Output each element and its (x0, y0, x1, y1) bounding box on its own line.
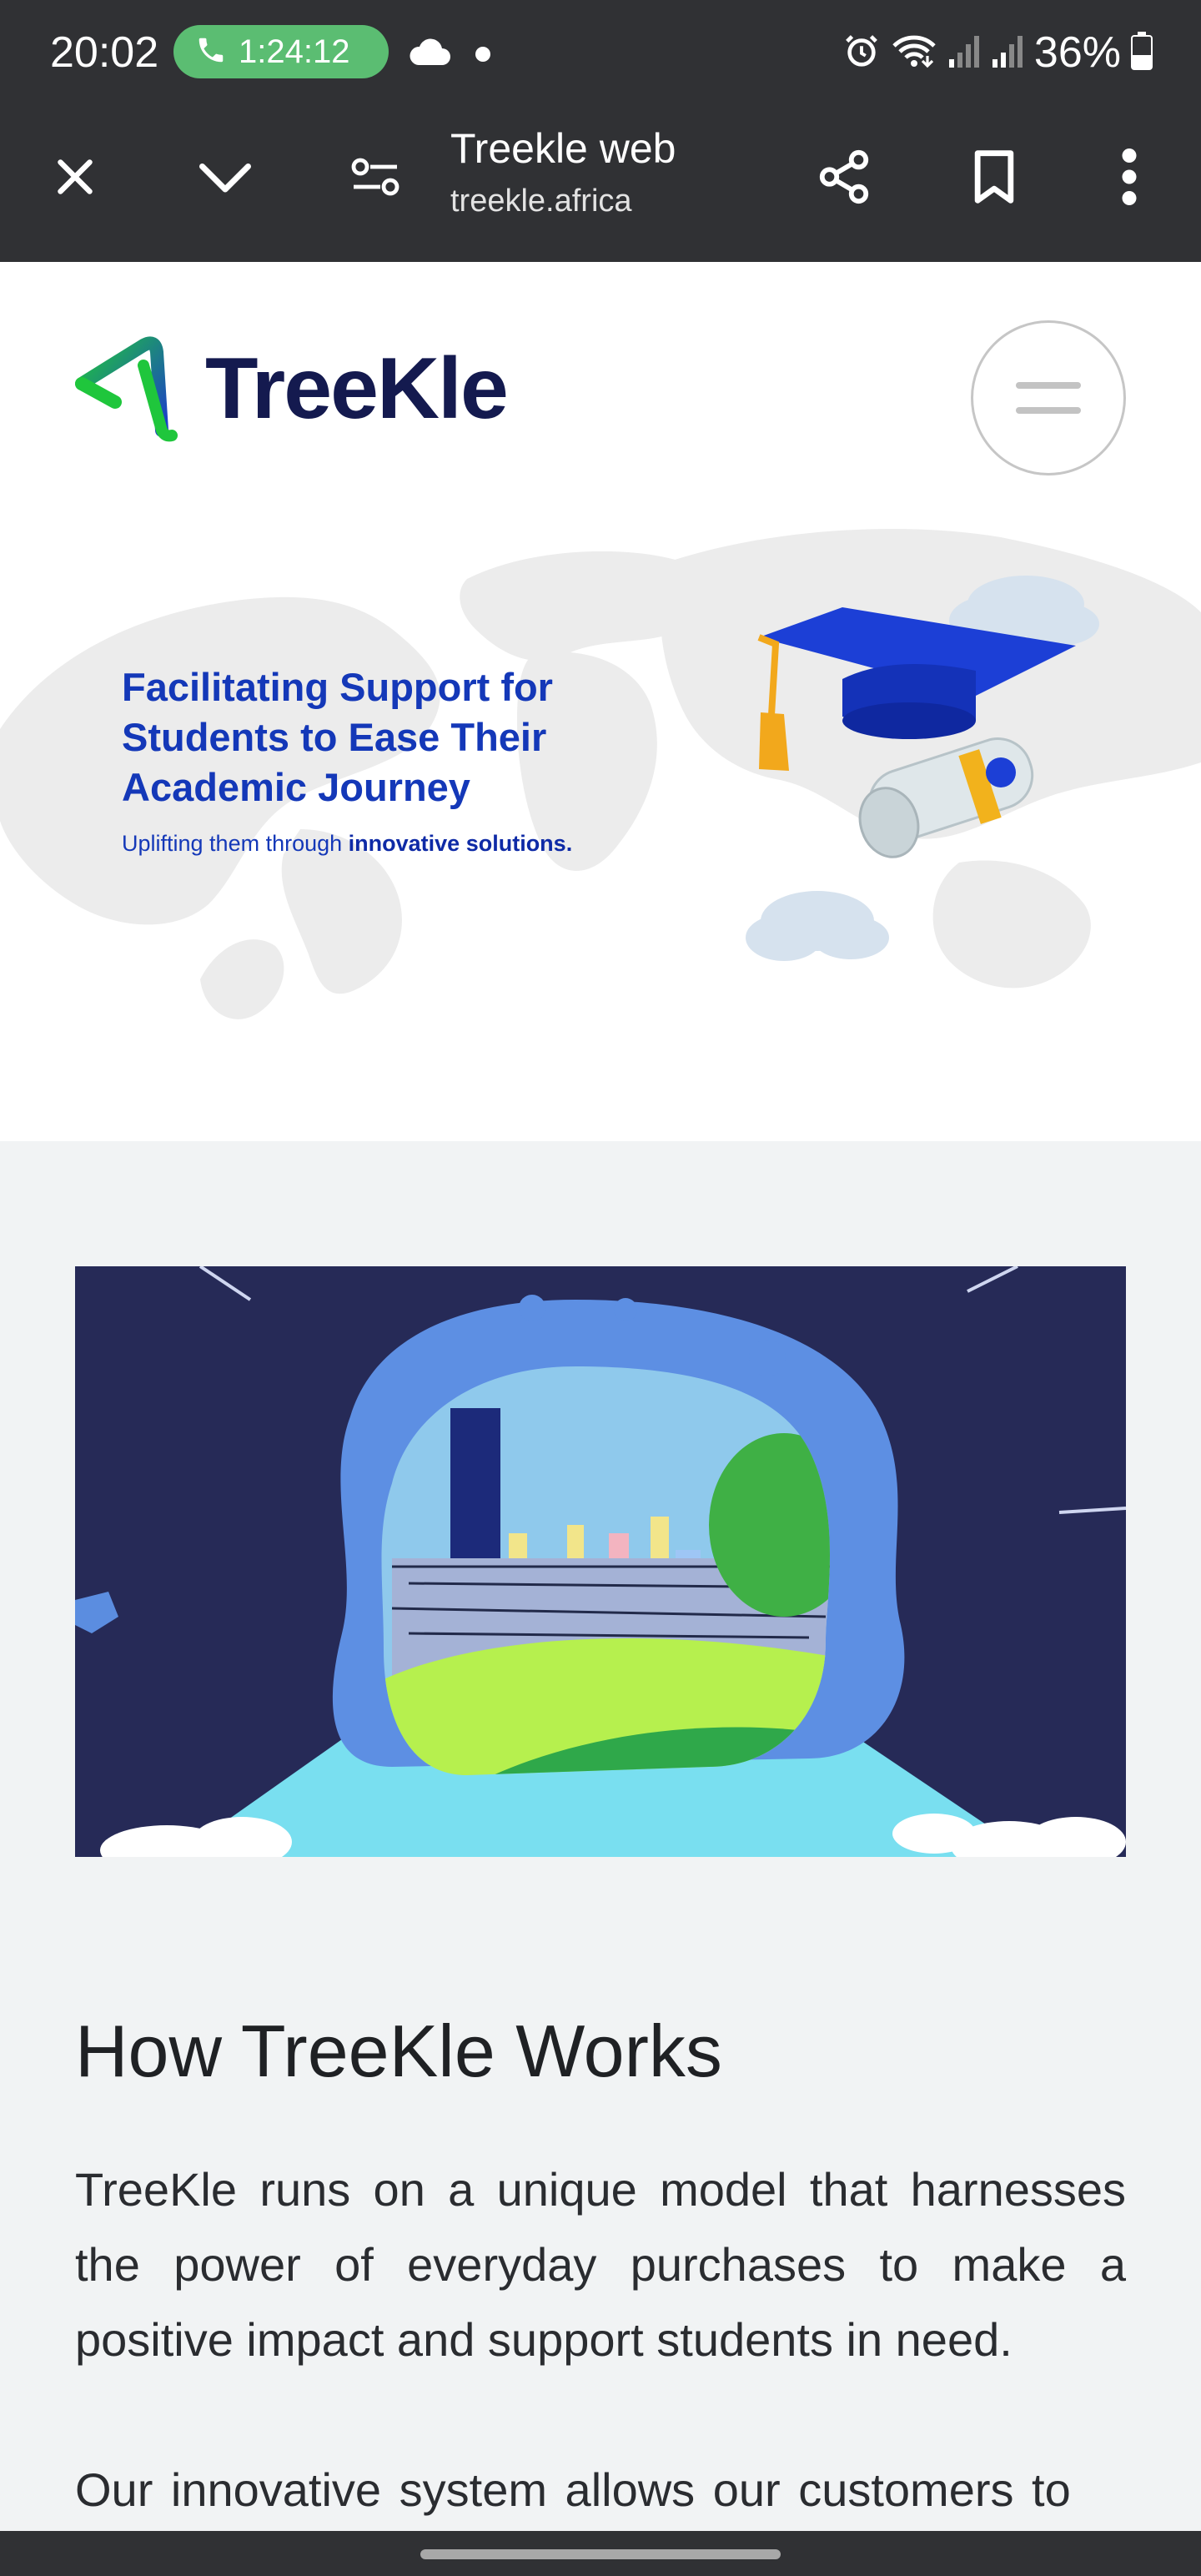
minimize-button[interactable] (183, 137, 267, 220)
chevron-down-icon (195, 152, 255, 206)
close-icon (50, 152, 100, 206)
graduation-cap-illustration (746, 576, 1099, 961)
signal-icon-2 (991, 32, 1024, 74)
signal-icon (947, 32, 981, 74)
bookmark-icon (969, 148, 1019, 209)
site-logo[interactable]: TreeKle (73, 332, 509, 446)
site-header-hero: TreeKle Facilitating Support for Student… (0, 262, 1201, 1141)
phone-icon (195, 34, 227, 70)
site-settings-icon (349, 153, 402, 204)
hamburger-icon (1016, 382, 1081, 389)
cloud-icon (407, 37, 450, 71)
more-vert-icon (1119, 148, 1139, 209)
battery-percent: 36% (1033, 28, 1121, 77)
call-timer: 1:24:12 (239, 33, 350, 70)
ongoing-call-chip[interactable]: 1:24:12 (173, 25, 389, 78)
close-button[interactable] (33, 137, 117, 220)
hamburger-menu-button[interactable] (971, 320, 1126, 475)
status-bar: 20:02 1:24:12 36% (0, 0, 1201, 103)
share-icon (815, 148, 873, 210)
section-paragraph-2: Our innovative system allows our custome… (75, 2463, 1071, 2516)
notification-dot (475, 47, 490, 62)
status-time: 20:02 (50, 28, 159, 77)
alarm-icon (842, 32, 881, 74)
hero-subheading-bold: innovative solutions. (348, 831, 573, 856)
site-settings-button[interactable] (334, 137, 417, 220)
share-button[interactable] (802, 137, 886, 220)
section-paragraph: TreeKle runs on a unique model that harn… (75, 2163, 1126, 2366)
gesture-handle[interactable] (420, 2549, 781, 2559)
page-url[interactable]: treekle.africa (450, 180, 632, 222)
city-portal-illustration (75, 1266, 1126, 1857)
custom-tab-toolbar: Treekle web treekle.africa (0, 103, 1201, 262)
wifi-icon (891, 32, 937, 74)
hamburger-icon-line (1016, 407, 1081, 414)
more-options-button[interactable] (1088, 137, 1171, 220)
how-it-works-video[interactable] (75, 1266, 1126, 1857)
logo-wordmark: TreeKle (205, 340, 509, 437)
system-navigation-bar (0, 2531, 1201, 2576)
page-title: Treekle web (450, 125, 676, 172)
battery-icon (1131, 31, 1153, 74)
bookmark-button[interactable] (952, 137, 1036, 220)
treekle-logo-icon (73, 332, 190, 446)
hero-subheading-text: Uplifting them through (122, 831, 349, 856)
hero-subheading: Uplifting them through innovative soluti… (122, 831, 572, 857)
section-title: How TreeKle Works (75, 2010, 722, 2092)
hero-heading: Facilitating Support for Students to Eas… (122, 665, 553, 809)
